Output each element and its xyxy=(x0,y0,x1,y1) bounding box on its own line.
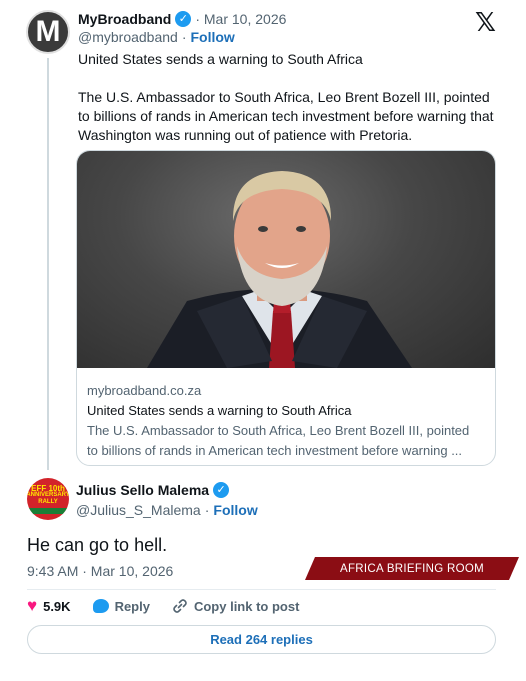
avatar-letter: M xyxy=(35,15,61,48)
quoted-body: The U.S. Ambassador to South Africa, Leo… xyxy=(78,89,494,143)
quoted-handle[interactable]: @mybroadband xyxy=(78,28,178,46)
copy-link-label: Copy link to post xyxy=(193,598,300,614)
quoted-date[interactable]: · Mar 10, 2026 xyxy=(195,10,286,28)
card-description-line1: The U.S. Ambassador to South Africa, Leo… xyxy=(87,423,470,438)
reply-label: Reply xyxy=(114,598,150,614)
separator-dot: · xyxy=(204,502,210,518)
copy-link-button[interactable]: Copy link to post xyxy=(172,598,299,614)
main-handle[interactable]: @Julius_S_Malema xyxy=(76,500,201,520)
avatar-band xyxy=(27,507,69,514)
quoted-tweet-header: MyBroadband ✓ · Mar 10, 2026 @mybroadban… xyxy=(78,10,476,46)
tweet-timestamp[interactable]: 9:43 AM · Mar 10, 2026 xyxy=(27,561,173,581)
card-domain: mybroadband.co.za xyxy=(87,383,202,398)
reply-bubble-icon xyxy=(92,599,109,613)
card-meta: mybroadband.co.za United States sends a … xyxy=(87,381,485,461)
watermark-banner: AFRICA BRIEFING ROOM xyxy=(305,557,519,580)
follow-button[interactable]: Follow xyxy=(191,28,235,46)
verified-badge-icon: ✓ xyxy=(175,11,192,27)
main-display-name[interactable]: Julius Sello Malema xyxy=(76,480,209,500)
mybroadband-avatar[interactable]: M xyxy=(26,10,70,54)
reply-button[interactable]: Reply xyxy=(92,598,150,614)
verified-badge-icon: ✓ xyxy=(213,482,230,498)
action-bar: ♥ 5.9K Reply Copy link to post xyxy=(27,596,321,616)
avatar-caption-top: EFF 10th xyxy=(31,483,65,493)
main-tweet-header: Julius Sello Malema ✓ @Julius_S_Malema ·… xyxy=(76,480,258,520)
divider xyxy=(27,589,496,590)
link-icon xyxy=(173,599,187,613)
card-title[interactable]: United States sends a warning to South A… xyxy=(87,401,485,421)
link-preview-card[interactable]: mybroadband.co.za United States sends a … xyxy=(76,150,496,466)
malema-avatar[interactable]: EFF 10th ANNIVERSARY RALLY xyxy=(27,478,69,520)
like-button[interactable]: ♥ 5.9K xyxy=(27,596,71,616)
quoted-headline: United States sends a warning to South A… xyxy=(78,51,363,67)
quoted-display-name[interactable]: MyBroadband xyxy=(78,10,171,28)
x-logo-icon[interactable]: 𝕏 xyxy=(475,8,496,38)
separator-dot: · xyxy=(181,29,187,45)
main-tweet-text: He can go to hell. xyxy=(27,535,168,555)
avatar-caption-mid: ANNIVERSARY RALLY xyxy=(27,491,69,505)
heart-icon: ♥ xyxy=(27,596,38,615)
like-count: 5.9K xyxy=(43,598,71,614)
card-description-line2: to billions of rands in American tech in… xyxy=(87,443,463,458)
ambassador-photo[interactable] xyxy=(77,151,495,368)
portrait-illustration xyxy=(147,171,412,368)
thread-line xyxy=(47,58,49,470)
quoted-tweet-text: United States sends a warning to South A… xyxy=(78,50,498,164)
read-replies-button[interactable]: Read 264 replies xyxy=(27,625,496,654)
follow-button[interactable]: Follow xyxy=(213,500,257,520)
